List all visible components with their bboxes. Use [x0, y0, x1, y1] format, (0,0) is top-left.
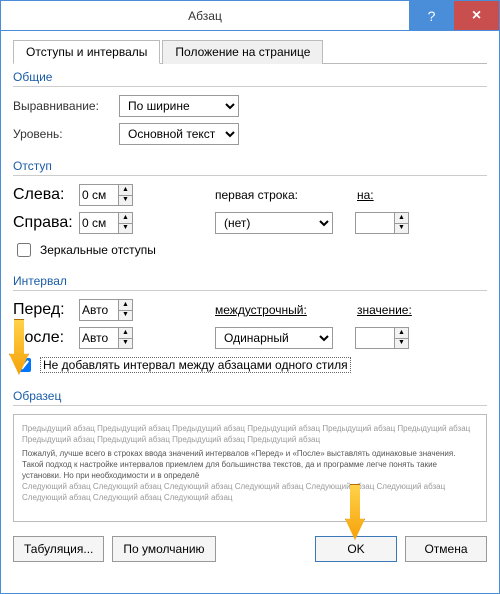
dialog-title: Абзац — [1, 9, 409, 23]
spin-up-icon[interactable]: ▲ — [119, 213, 132, 224]
linespacing-combo[interactable]: Одинарный — [215, 327, 333, 349]
tab-strip: Отступы и интервалы Положение на страниц… — [13, 39, 487, 64]
firstline-combo[interactable]: (нет) — [215, 212, 333, 234]
default-button[interactable]: По умолчанию — [112, 536, 215, 562]
paragraph-dialog: Абзац ? × Отступы и интервалы Положение … — [0, 0, 500, 594]
firstline-by-label: на: — [357, 188, 387, 202]
ok-button[interactable]: OK — [315, 536, 397, 562]
preview-main-text: Пожалуй, лучше всего в строках ввода зна… — [22, 448, 478, 481]
space-before-input[interactable] — [80, 300, 118, 320]
spin-down-icon[interactable]: ▼ — [119, 339, 132, 349]
titlebar: Абзац ? × — [1, 1, 499, 31]
indent-right-label: Справа: — [13, 214, 73, 232]
spin-down-icon[interactable]: ▼ — [119, 196, 132, 206]
space-before-spinner[interactable]: ▲▼ — [79, 299, 133, 321]
group-spacing-label: Интервал — [13, 274, 487, 291]
linespacing-by-label: значение: — [357, 303, 412, 317]
tab-position[interactable]: Положение на странице — [162, 40, 323, 64]
alignment-combo[interactable]: По ширине — [119, 95, 239, 117]
spin-up-icon[interactable]: ▲ — [395, 213, 408, 224]
indent-right-input[interactable] — [80, 213, 118, 233]
space-after-input[interactable] — [80, 328, 118, 348]
group-general-label: Общие — [13, 70, 487, 87]
space-before-label: Перед: — [13, 301, 73, 319]
spin-down-icon[interactable]: ▼ — [119, 224, 132, 234]
preview-prev-text: Предыдущий абзац Предыдущий абзац Предыд… — [22, 423, 478, 445]
group-preview: Образец Предыдущий абзац Предыдущий абза… — [13, 389, 487, 522]
close-button[interactable]: × — [454, 1, 499, 30]
help-button[interactable]: ? — [409, 1, 454, 30]
spin-down-icon[interactable]: ▼ — [119, 311, 132, 321]
spin-up-icon[interactable]: ▲ — [395, 328, 408, 339]
indent-left-spinner[interactable]: ▲▼ — [79, 184, 133, 206]
linespacing-by-input[interactable] — [356, 328, 394, 348]
spin-down-icon[interactable]: ▼ — [395, 224, 408, 234]
mirror-indents-label: Зеркальные отступы — [40, 243, 156, 257]
group-indent: Отступ Слева: ▲▼ первая строка: на: Спра… — [13, 159, 487, 260]
indent-left-label: Слева: — [13, 186, 73, 204]
mirror-indents-checkbox[interactable] — [17, 243, 31, 257]
level-label: Уровень: — [13, 127, 113, 141]
dialog-actions: Табуляция... По умолчанию OK Отмена — [13, 536, 487, 562]
preview-next-text: Следующий абзац Следующий абзац Следующи… — [22, 481, 478, 503]
indent-left-input[interactable] — [80, 185, 118, 205]
group-preview-label: Образец — [13, 389, 487, 406]
space-after-spinner[interactable]: ▲▼ — [79, 327, 133, 349]
firstline-by-spinner[interactable]: ▲▼ — [355, 212, 409, 234]
preview-box: Предыдущий абзац Предыдущий абзац Предыд… — [13, 414, 487, 522]
linespacing-label: междустрочный: — [215, 303, 315, 317]
spin-up-icon[interactable]: ▲ — [119, 185, 132, 196]
group-spacing: Интервал Перед: ▲▼ междустрочный: значен… — [13, 274, 487, 375]
firstline-by-input[interactable] — [356, 213, 394, 233]
alignment-label: Выравнивание: — [13, 99, 113, 113]
indent-right-spinner[interactable]: ▲▼ — [79, 212, 133, 234]
tab-position-label: Положение на странице — [175, 45, 310, 59]
tab-indents[interactable]: Отступы и интервалы — [13, 40, 160, 64]
no-space-same-style-label: Не добавлять интервал между абзацами одн… — [40, 357, 351, 373]
group-indent-label: Отступ — [13, 159, 487, 176]
group-general: Общие Выравнивание: По ширине Уровень: О… — [13, 70, 487, 145]
spin-down-icon[interactable]: ▼ — [395, 339, 408, 349]
cancel-button[interactable]: Отмена — [405, 536, 487, 562]
level-combo[interactable]: Основной текст — [119, 123, 239, 145]
spin-up-icon[interactable]: ▲ — [119, 300, 132, 311]
spin-up-icon[interactable]: ▲ — [119, 328, 132, 339]
tab-indents-label: Отступы и интервалы — [26, 45, 147, 59]
linespacing-by-spinner[interactable]: ▲▼ — [355, 327, 409, 349]
firstline-label: первая строка: — [215, 188, 315, 202]
tabs-button[interactable]: Табуляция... — [13, 536, 104, 562]
